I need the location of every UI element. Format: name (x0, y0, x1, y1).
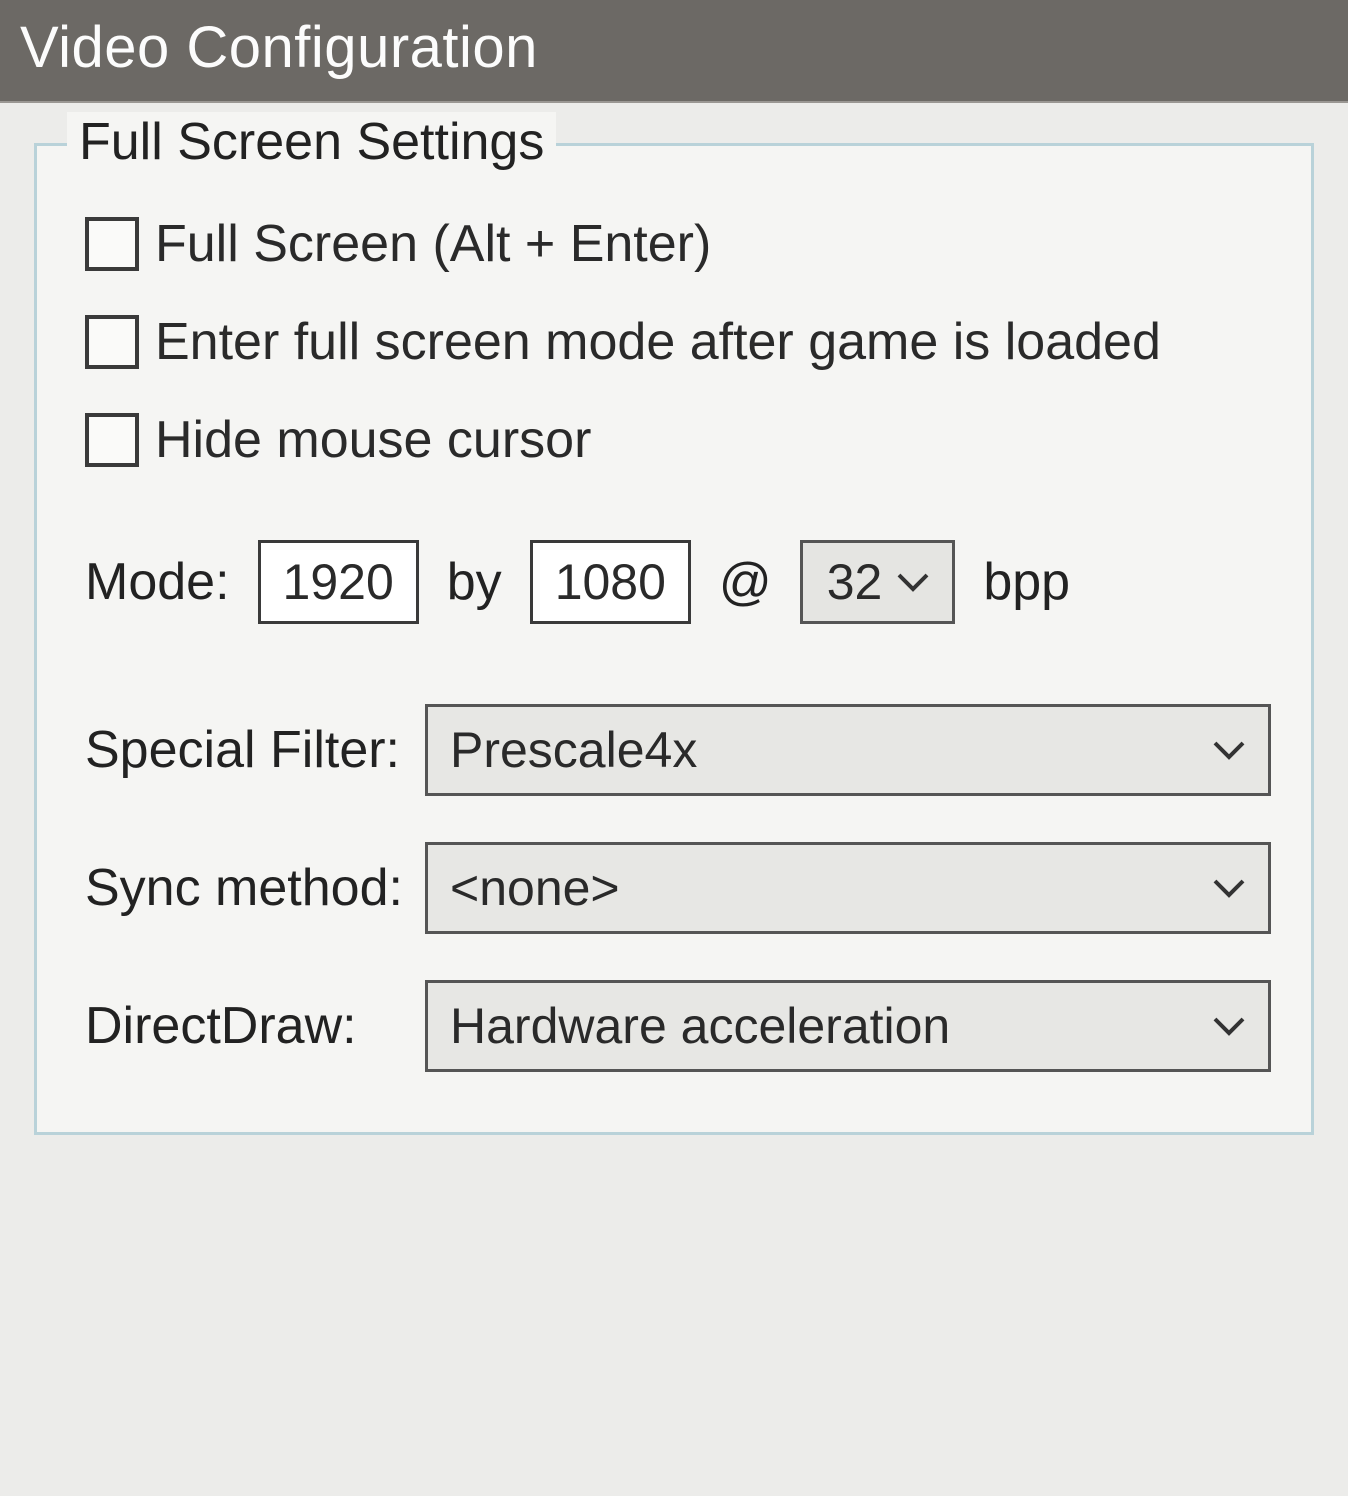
dialog-body: Full Screen Settings Full Screen (Alt + … (0, 103, 1348, 1175)
special-filter-label: Special Filter: (85, 720, 425, 780)
fullscreen-checkbox[interactable] (85, 217, 139, 271)
directdraw-select[interactable]: Hardware acceleration (425, 980, 1271, 1072)
mode-height-input[interactable]: 1080 (530, 540, 691, 624)
group-legend: Full Screen Settings (67, 112, 556, 172)
sync-method-label: Sync method: (85, 858, 425, 918)
hide-cursor-check-row: Hide mouse cursor (85, 410, 1271, 470)
fullscreen-settings-group: Full Screen Settings Full Screen (Alt + … (34, 143, 1314, 1135)
window-title: Video Configuration (20, 15, 538, 80)
directdraw-row: DirectDraw: Hardware acceleration (85, 980, 1271, 1072)
special-filter-select[interactable]: Prescale4x (425, 704, 1271, 796)
enter-after-load-checkbox[interactable] (85, 315, 139, 369)
sync-method-row: Sync method: <none> (85, 842, 1271, 934)
mode-by-label: by (447, 552, 502, 612)
sync-method-select[interactable]: <none> (425, 842, 1271, 934)
chevron-down-icon (1212, 877, 1246, 899)
mode-bpp-value: 32 (827, 554, 883, 610)
directdraw-label: DirectDraw: (85, 996, 425, 1056)
hide-cursor-checkbox[interactable] (85, 413, 139, 467)
fullscreen-check-row: Full Screen (Alt + Enter) (85, 214, 1271, 274)
mode-label: Mode: (85, 552, 230, 612)
directdraw-value: Hardware acceleration (450, 998, 950, 1054)
hide-cursor-checkbox-label: Hide mouse cursor (155, 410, 591, 470)
chevron-down-icon (896, 571, 930, 593)
special-filter-value: Prescale4x (450, 722, 697, 778)
sync-method-value: <none> (450, 860, 620, 916)
mode-width-input[interactable]: 1920 (258, 540, 419, 624)
mode-bpp-suffix: bpp (983, 552, 1070, 612)
chevron-down-icon (1212, 1015, 1246, 1037)
enter-after-load-check-row: Enter full screen mode after game is loa… (85, 312, 1271, 372)
mode-row: Mode: 1920 by 1080 @ 32 bpp (85, 540, 1271, 624)
mode-bpp-select[interactable]: 32 (800, 540, 956, 624)
fullscreen-checkbox-label: Full Screen (Alt + Enter) (155, 214, 711, 274)
enter-after-load-checkbox-label: Enter full screen mode after game is loa… (155, 312, 1161, 372)
mode-at-label: @ (719, 552, 772, 612)
window-titlebar: Video Configuration (0, 0, 1348, 103)
special-filter-row: Special Filter: Prescale4x (85, 704, 1271, 796)
chevron-down-icon (1212, 739, 1246, 761)
